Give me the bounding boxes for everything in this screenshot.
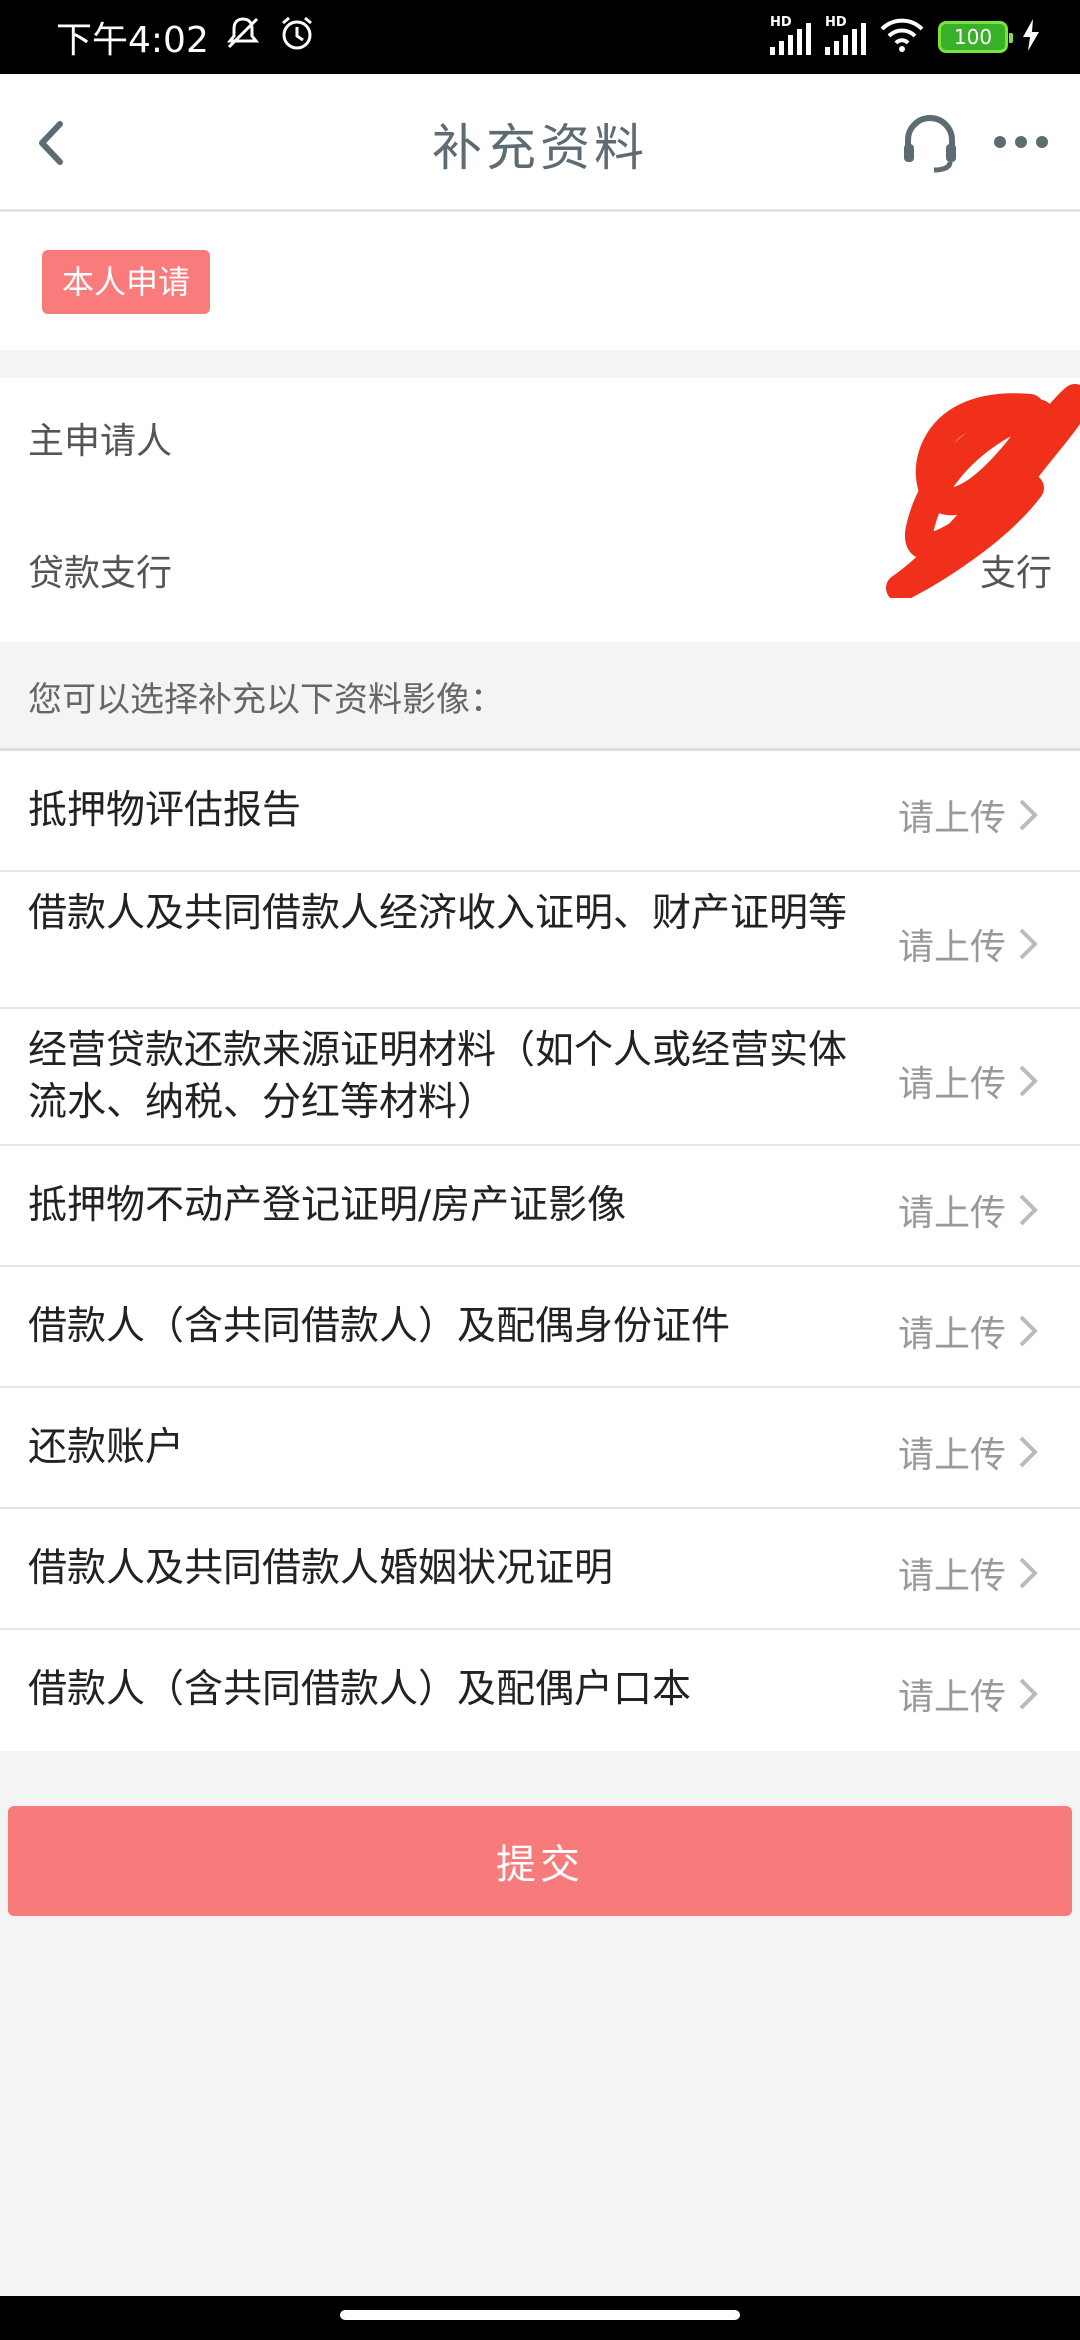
- upload-action[interactable]: 请上传: [898, 789, 1040, 841]
- mute-icon: [223, 13, 263, 62]
- document-label: 抵押物不动产登记证明/房产证影像: [28, 1183, 627, 1228]
- upload-action-label: 请上传: [897, 1064, 1006, 1105]
- charging-icon: [1022, 19, 1040, 55]
- battery-icon: 100: [938, 21, 1013, 53]
- upload-action[interactable]: 请上传: [898, 1184, 1040, 1236]
- signal-icon: HD: [770, 15, 811, 55]
- document-item[interactable]: 还款账户 请上传: [0, 1388, 1080, 1509]
- document-label: 抵押物评估报告: [28, 788, 302, 833]
- redaction-scribble: [886, 384, 1080, 598]
- more-icon: [994, 136, 1048, 148]
- document-list: 抵押物评估报告 请上传 借款人及共同借款人经济收入证明、财产证明等 请上传 经营…: [0, 751, 1080, 1751]
- upload-action-label: 请上传: [897, 927, 1006, 968]
- document-item[interactable]: 借款人及共同借款人经济收入证明、财产证明等 请上传: [0, 872, 1080, 1009]
- chevron-right-icon: [1019, 1315, 1038, 1347]
- document-item[interactable]: 借款人（含共同借款人）及配偶户口本 请上传: [0, 1630, 1080, 1751]
- signal-icon-2: HD: [825, 15, 866, 55]
- system-nav-bar: [0, 2296, 1080, 2340]
- document-item[interactable]: 抵押物不动产登记证明/房产证影像 请上传: [0, 1146, 1080, 1267]
- upload-action-label: 请上传: [897, 1435, 1006, 1476]
- upload-action[interactable]: 请上传: [898, 1305, 1040, 1357]
- alarm-icon: [277, 13, 317, 62]
- document-label: 借款人（含共同借款人）及配偶户口本: [28, 1667, 692, 1712]
- chevron-right-icon: [1019, 1194, 1038, 1226]
- chevron-left-icon: [39, 121, 63, 165]
- applicant-type-section: 本人申请: [0, 212, 1080, 350]
- document-label: 还款账户: [28, 1425, 185, 1470]
- upload-action[interactable]: 请上传: [898, 1426, 1040, 1478]
- document-label: 借款人及共同借款人经济收入证明、财产证明等: [28, 891, 848, 936]
- chevron-right-icon: [1019, 1678, 1038, 1710]
- nav-bar: 补充资料: [0, 74, 1080, 212]
- chevron-right-icon: [1019, 1065, 1038, 1097]
- document-item[interactable]: 抵押物评估报告 请上传: [0, 751, 1080, 872]
- status-bar: 下午4:02 HD HD 100: [0, 0, 1080, 74]
- more-button[interactable]: [990, 122, 1052, 162]
- customer-service-button[interactable]: [898, 110, 962, 174]
- upload-action-label: 请上传: [897, 1314, 1006, 1355]
- upload-action-label: 请上传: [897, 798, 1006, 839]
- document-item[interactable]: 借款人（含共同借款人）及配偶身份证件 请上传: [0, 1267, 1080, 1388]
- chevron-right-icon: [1019, 1557, 1038, 1589]
- home-indicator[interactable]: [340, 2310, 740, 2320]
- upload-action-label: 请上传: [897, 1193, 1006, 1234]
- upload-action[interactable]: 请上传: [898, 1055, 1040, 1107]
- document-label: 经营贷款还款来源证明材料（如个人或经营实体流水、纳税、分红等材料）: [28, 1028, 848, 1125]
- upload-action-label: 请上传: [897, 1677, 1006, 1718]
- document-label: 借款人及共同借款人婚姻状况证明: [28, 1546, 614, 1591]
- submit-button[interactable]: 提交: [8, 1806, 1072, 1916]
- applicant-info-section: 主申请人 贷款支行 支行: [0, 378, 1080, 642]
- status-time: 下午4:02: [56, 20, 209, 61]
- upload-action[interactable]: 请上传: [898, 1668, 1040, 1720]
- headset-icon: [904, 115, 956, 173]
- upload-hint: 您可以选择补充以下资料影像：: [28, 680, 504, 720]
- back-button[interactable]: [22, 108, 82, 178]
- chevron-right-icon: [1019, 928, 1038, 960]
- chevron-right-icon: [1019, 799, 1038, 831]
- chevron-right-icon: [1019, 1436, 1038, 1468]
- document-item[interactable]: 经营贷款还款来源证明材料（如个人或经营实体流水、纳税、分红等材料） 请上传: [0, 1009, 1080, 1146]
- document-label: 借款人（含共同借款人）及配偶身份证件: [28, 1304, 731, 1349]
- upload-action-label: 请上传: [897, 1556, 1006, 1597]
- wifi-icon: [880, 17, 924, 57]
- applicant-type-tag: 本人申请: [42, 250, 211, 314]
- upload-action[interactable]: 请上传: [898, 918, 1040, 970]
- applicant-label: 主申请人: [28, 421, 173, 462]
- upload-action[interactable]: 请上传: [898, 1547, 1040, 1599]
- document-item[interactable]: 借款人及共同借款人婚姻状况证明 请上传: [0, 1509, 1080, 1630]
- branch-label: 贷款支行: [28, 553, 173, 594]
